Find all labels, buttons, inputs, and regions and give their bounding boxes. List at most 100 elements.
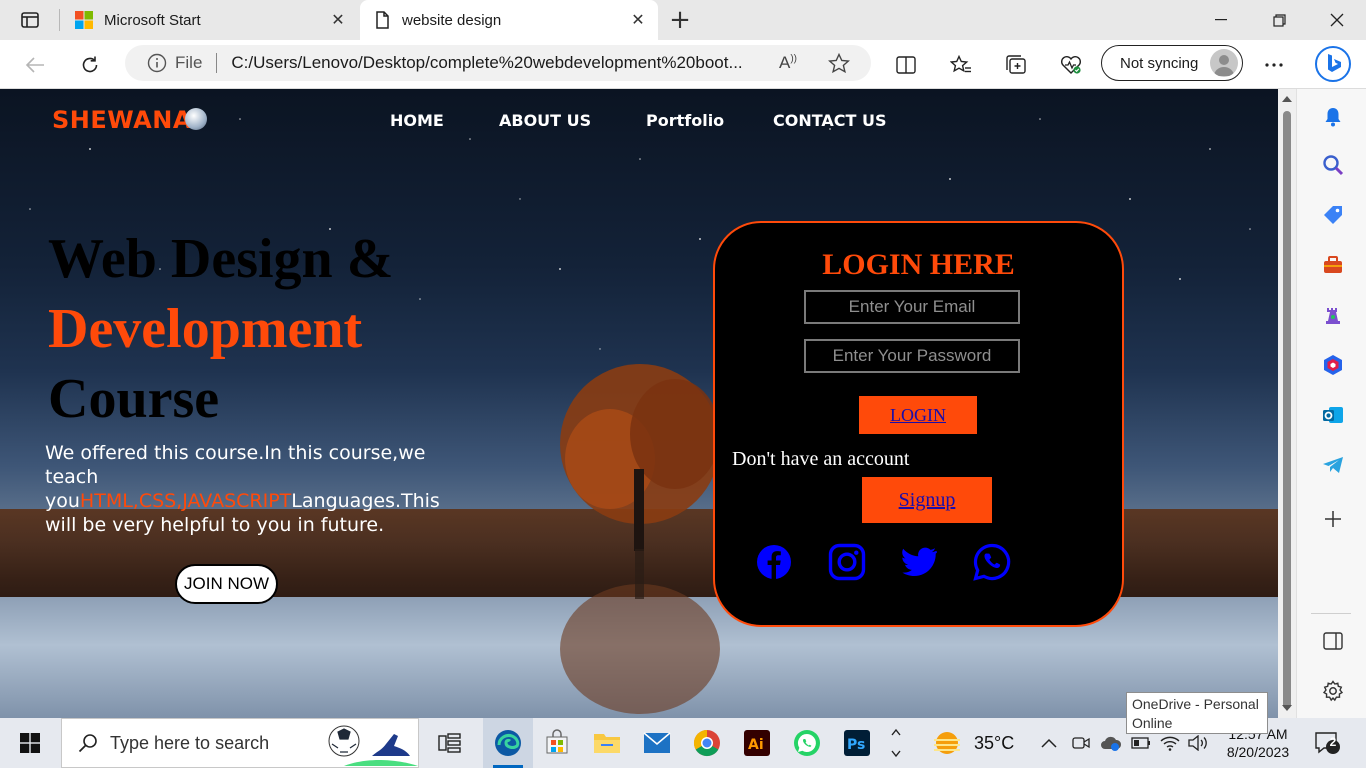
search-highlight-image [328,725,418,766]
notifications-icon[interactable]: 2 [1314,718,1340,768]
scroll-up-icon[interactable] [1282,96,1292,102]
bing-chat-icon[interactable] [1314,45,1352,83]
refresh-icon[interactable] [75,50,105,80]
avatar [1210,49,1238,77]
mail-icon[interactable] [632,718,682,768]
photoshop-icon[interactable]: Ps [832,718,882,768]
file-explorer-icon[interactable] [582,718,632,768]
file-icon [376,11,389,29]
chrome-icon[interactable] [682,718,732,768]
sidebar-toggle-icon[interactable] [1321,629,1345,653]
games-icon[interactable] [1321,303,1345,327]
tab-microsoft-start[interactable]: Microsoft Start ✕ [62,0,358,40]
shopping-tag-icon[interactable] [1321,203,1345,227]
taskbar-search-box[interactable]: Type here to search [61,718,419,768]
task-view-icon[interactable] [425,718,475,768]
site-brand[interactable]: SHEWANA [52,106,192,134]
sidebar-divider [1311,613,1351,614]
onedrive-icon[interactable] [1100,718,1122,768]
divider [216,53,218,73]
nav-portfolio[interactable]: Portfolio [646,111,724,130]
tab-title: Microsoft Start [104,11,201,29]
url-scheme: File [175,53,203,72]
read-aloud-icon[interactable]: A)) [779,53,797,73]
sync-label: Not syncing [1120,54,1199,72]
clock-date: 8/20/2023 [1226,744,1290,760]
tools-icon[interactable] [1321,253,1345,277]
email-field[interactable]: Enter Your Email [804,290,1020,324]
taskbar-overflow-icon[interactable] [883,718,909,768]
signup-button[interactable]: Signup [862,477,992,523]
store-icon[interactable] [532,718,582,768]
nav-about-us[interactable]: ABOUT US [499,111,591,130]
split-screen-icon[interactable] [891,50,921,80]
office-icon[interactable] [1321,353,1345,377]
hero-description: We offered this course.In this course,we… [45,441,455,537]
back-icon[interactable] [20,50,50,80]
favorites-icon[interactable] [946,50,976,80]
svg-text:Ai: Ai [748,737,764,753]
weather-sun-icon [934,732,960,754]
meet-now-icon[interactable] [1072,718,1090,768]
new-tab-icon[interactable]: + [668,7,692,33]
settings-icon[interactable] [1321,679,1345,703]
outlook-icon[interactable] [1321,403,1345,427]
notification-count: 2 [1329,735,1337,749]
facebook-icon[interactable] [755,543,793,581]
login-title: LOGIN HERE [822,248,1015,281]
address-toolbar: File C:/Users/Lenovo/Desktop/complete%20… [0,40,1366,89]
password-field[interactable]: Enter Your Password [804,339,1020,373]
restore-icon[interactable] [1250,0,1308,40]
browser-essentials-icon[interactable] [1056,50,1086,80]
edge-taskbar-icon[interactable] [483,718,533,768]
address-bar[interactable]: File C:/Users/Lenovo/Desktop/complete%20… [125,45,871,81]
scroll-down-icon[interactable] [1282,705,1292,711]
nav-contact-us[interactable]: CONTACT US [773,111,887,130]
search-icon[interactable] [1321,153,1345,177]
edge-sidebar [1296,89,1366,718]
hero-heading-line2: Development [48,298,363,360]
svg-text:Ps: Ps [847,737,865,753]
scroll-thumb[interactable] [1283,111,1291,709]
bell-icon[interactable] [1321,105,1345,129]
web-page: SHEWANA HOME ABOUT US Portfolio CONTACT … [0,89,1278,718]
more-icon[interactable] [1259,50,1289,80]
weather-widget[interactable]: 35°C [930,718,1014,768]
instagram-icon[interactable] [828,543,866,581]
hero-heading-line1: Web Design & [48,228,394,290]
page-scrollbar[interactable] [1278,89,1296,718]
collections-icon[interactable] [1001,50,1031,80]
tray-overflow-icon[interactable] [1040,718,1058,768]
tab-title: website design [402,11,502,29]
minimize-icon[interactable] [1192,0,1250,40]
search-icon [78,734,97,753]
moon-icon [185,108,207,130]
tab-separator [59,9,60,31]
add-icon[interactable] [1321,507,1345,531]
close-tab-icon[interactable]: ✕ [328,10,348,30]
telegram-icon[interactable] [1321,453,1345,477]
whatsapp-taskbar-icon[interactable] [782,718,832,768]
login-panel: LOGIN HERE Enter Your Email Enter Your P… [713,221,1124,627]
search-placeholder: Type here to search [110,732,270,753]
join-now-button[interactable]: JOIN NOW [175,564,278,604]
favorite-star-icon[interactable] [828,53,850,73]
nav-home[interactable]: HOME [390,111,444,130]
tab-strip: Microsoft Start ✕ website design ✕ + [0,0,1366,40]
twitter-icon[interactable] [900,543,938,581]
illustrator-icon[interactable]: Ai [732,718,782,768]
url-text[interactable]: C:/Users/Lenovo/Desktop/complete%20webde… [231,53,761,73]
profile-sync-button[interactable]: Not syncing [1101,45,1243,81]
microsoft-logo-icon [75,11,93,29]
no-account-text: Don't have an account [732,448,910,470]
close-tab-icon[interactable]: ✕ [628,10,648,30]
close-window-icon[interactable] [1308,0,1366,40]
info-icon[interactable] [147,53,167,73]
windows-start-icon[interactable] [0,718,60,768]
hero-heading-line3: Course [48,368,220,430]
tab-website-design[interactable]: website design ✕ [360,0,658,40]
login-button[interactable]: LOGIN [857,394,979,436]
weather-temp: 35°C [974,732,1015,753]
tab-actions-icon[interactable] [12,8,48,32]
whatsapp-icon[interactable] [973,543,1011,581]
